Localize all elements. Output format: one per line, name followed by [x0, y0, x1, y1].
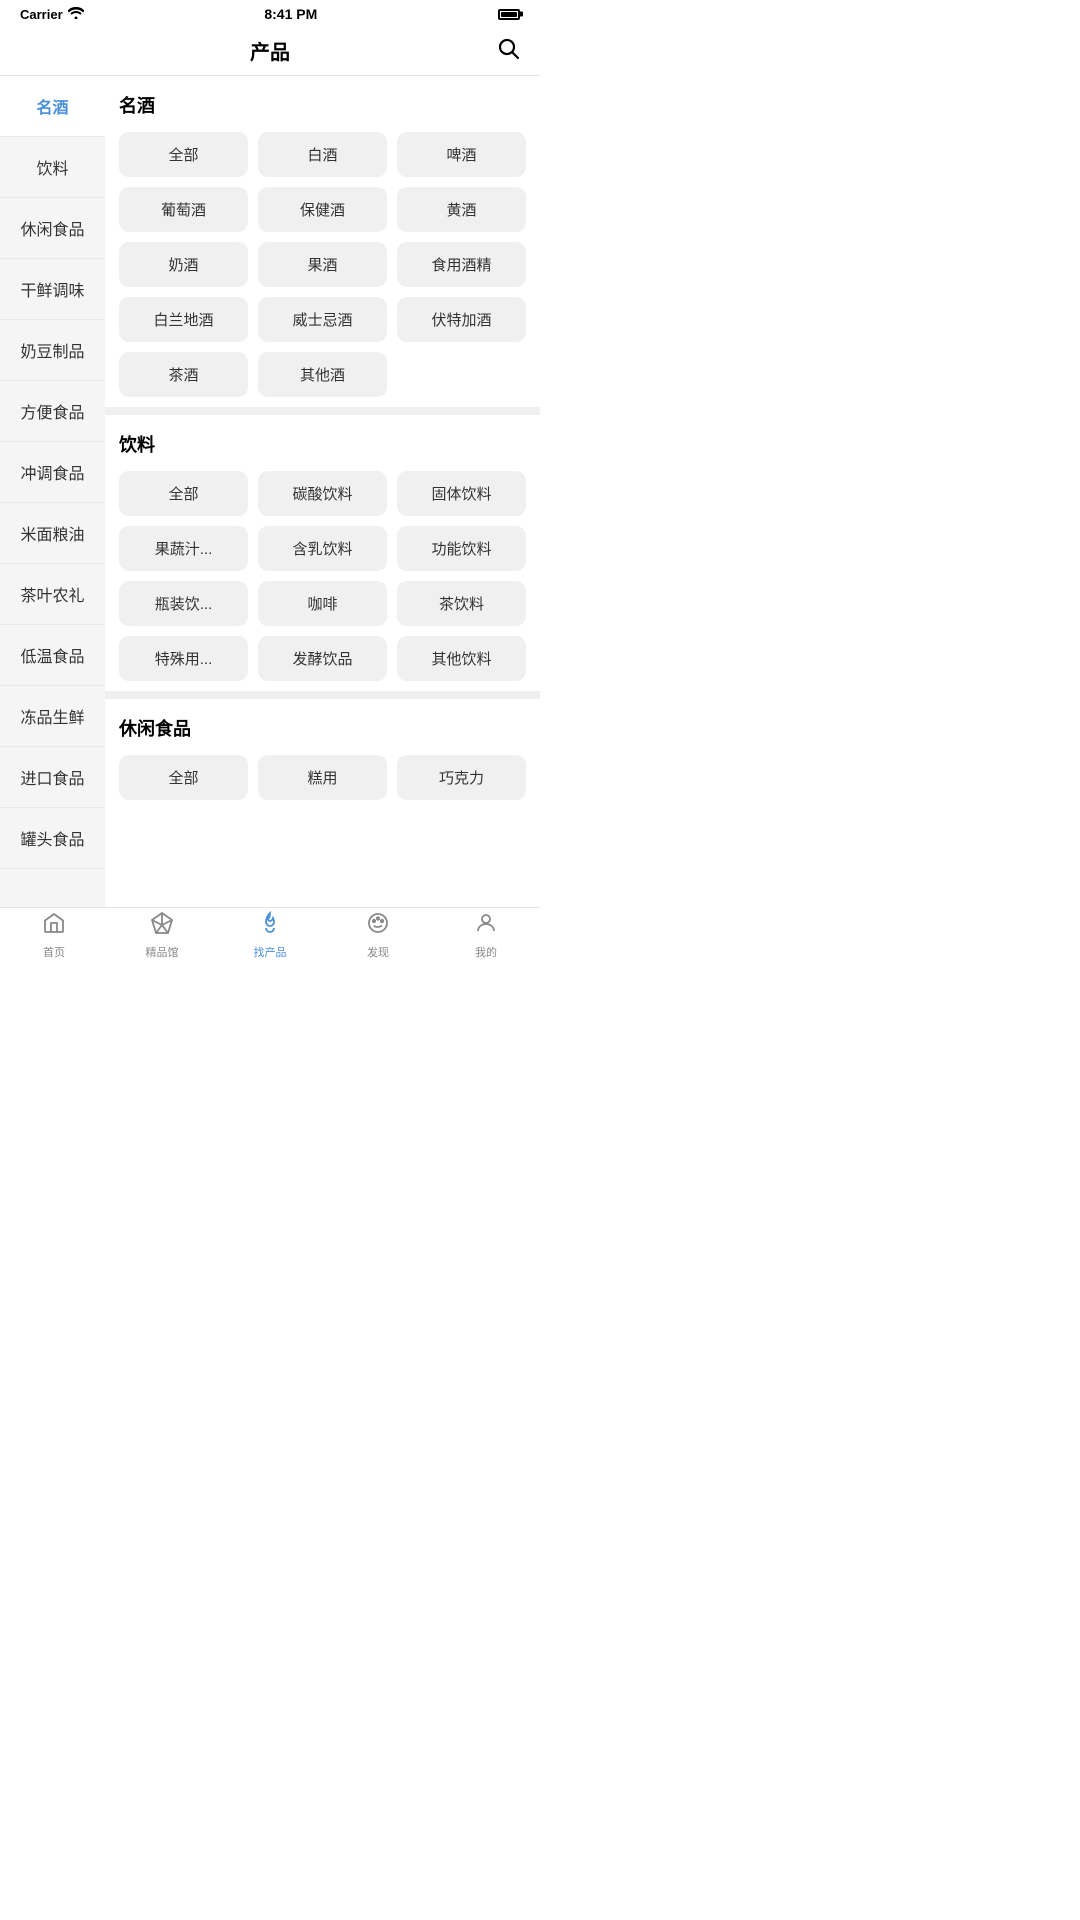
palette-icon	[366, 911, 390, 941]
tag-quanbu-0[interactable]: 全部	[119, 132, 248, 177]
search-button[interactable]	[496, 36, 520, 66]
sidebar-item-0[interactable]: 名酒	[0, 76, 105, 137]
category-section-2: 休闲食品 全部 糕用 巧克力	[105, 699, 540, 810]
tag-bailandi[interactable]: 白兰地酒	[119, 297, 248, 342]
tag-pijiu[interactable]: 啤酒	[397, 132, 526, 177]
tag-kafei[interactable]: 咖啡	[258, 581, 387, 626]
tag-putaojiu[interactable]: 葡萄酒	[119, 187, 248, 232]
nav-label-boutique: 精品馆	[146, 944, 179, 960]
category-section-0: 名酒 全部 白酒 啤酒 葡萄酒 保健酒 黄酒 奶酒 果酒 食用酒精 白兰地酒 威…	[105, 76, 540, 407]
tag-quanbu-1[interactable]: 全部	[119, 471, 248, 516]
battery-icon	[498, 9, 520, 20]
sidebar-item-9[interactable]: 低温食品	[0, 625, 105, 686]
main-content: 名酒 饮料 休闲食品 干鲜调味 奶豆制品 方便食品 冲调食品 米面粮油 茶叶农礼…	[0, 76, 540, 907]
sidebar-item-5[interactable]: 方便食品	[0, 381, 105, 442]
content-area: 名酒 全部 白酒 啤酒 葡萄酒 保健酒 黄酒 奶酒 果酒 食用酒精 白兰地酒 威…	[105, 76, 540, 907]
sidebar: 名酒 饮料 休闲食品 干鲜调味 奶豆制品 方便食品 冲调食品 米面粮油 茶叶农礼…	[0, 76, 105, 907]
sidebar-item-8[interactable]: 茶叶农礼	[0, 564, 105, 625]
home-icon	[42, 911, 66, 941]
nav-label-home: 首页	[43, 944, 65, 960]
tag-huangjiu[interactable]: 黄酒	[397, 187, 526, 232]
tag-qitajiu[interactable]: 其他酒	[258, 352, 387, 397]
sidebar-item-7[interactable]: 米面粮油	[0, 503, 105, 564]
tag-gaoyong[interactable]: 糕用	[258, 755, 387, 800]
wifi-icon	[68, 7, 84, 22]
category-title-2: 休闲食品	[119, 715, 526, 741]
tags-grid-0: 全部 白酒 啤酒 葡萄酒 保健酒 黄酒 奶酒 果酒 食用酒精 白兰地酒 威士忌酒…	[119, 132, 526, 397]
tag-gongneng[interactable]: 功能饮料	[397, 526, 526, 571]
tag-guojiu[interactable]: 果酒	[258, 242, 387, 287]
sidebar-item-2[interactable]: 休闲食品	[0, 198, 105, 259]
nav-label-discover: 发现	[367, 944, 389, 960]
tag-guoshuzhi[interactable]: 果蔬汁...	[119, 526, 248, 571]
nav-label-find-product: 找产品	[254, 944, 287, 960]
category-section-1: 饮料 全部 碳酸饮料 固体饮料 果蔬汁... 含乳饮料 功能饮料 瓶装饮... …	[105, 415, 540, 691]
tag-fajiao[interactable]: 发酵饮品	[258, 636, 387, 681]
nav-item-discover[interactable]: 发现	[324, 911, 432, 960]
status-time: 8:41 PM	[264, 6, 317, 22]
diamond-icon	[150, 911, 174, 941]
tag-hanru[interactable]: 含乳饮料	[258, 526, 387, 571]
tag-pinzhuang[interactable]: 瓶装饮...	[119, 581, 248, 626]
tag-chajiu[interactable]: 茶酒	[119, 352, 248, 397]
sidebar-item-10[interactable]: 冻品生鲜	[0, 686, 105, 747]
tag-qitayinliao[interactable]: 其他饮料	[397, 636, 526, 681]
person-icon	[474, 911, 498, 941]
header: 产品	[0, 26, 540, 76]
fire-icon	[258, 911, 282, 941]
sidebar-item-6[interactable]: 冲调食品	[0, 442, 105, 503]
tags-grid-2: 全部 糕用 巧克力	[119, 755, 526, 800]
nav-item-find-product[interactable]: 找产品	[216, 911, 324, 960]
category-title-1: 饮料	[119, 431, 526, 457]
bottom-nav: 首页 精品馆 找产品	[0, 907, 540, 962]
tag-qiaokeli[interactable]: 巧克力	[397, 755, 526, 800]
divider-0	[105, 407, 540, 415]
tag-weishiji[interactable]: 威士忌酒	[258, 297, 387, 342]
sidebar-item-3[interactable]: 干鲜调味	[0, 259, 105, 320]
status-right	[498, 9, 520, 20]
category-title-0: 名酒	[119, 92, 526, 118]
tag-gutiyinliao[interactable]: 固体饮料	[397, 471, 526, 516]
tag-baijiu[interactable]: 白酒	[258, 132, 387, 177]
nav-item-boutique[interactable]: 精品馆	[108, 911, 216, 960]
tag-quanbu-2[interactable]: 全部	[119, 755, 248, 800]
tag-futejia[interactable]: 伏特加酒	[397, 297, 526, 342]
tag-shiyong[interactable]: 食用酒精	[397, 242, 526, 287]
tag-baojian[interactable]: 保健酒	[258, 187, 387, 232]
sidebar-item-4[interactable]: 奶豆制品	[0, 320, 105, 381]
nav-item-home[interactable]: 首页	[0, 911, 108, 960]
tag-teshu[interactable]: 特殊用...	[119, 636, 248, 681]
carrier-text: Carrier	[20, 7, 63, 22]
divider-1	[105, 691, 540, 699]
nav-label-mine: 我的	[475, 944, 497, 960]
tag-naijiu[interactable]: 奶酒	[119, 242, 248, 287]
nav-item-mine[interactable]: 我的	[432, 911, 540, 960]
tags-grid-1: 全部 碳酸饮料 固体饮料 果蔬汁... 含乳饮料 功能饮料 瓶装饮... 咖啡 …	[119, 471, 526, 681]
tag-tansuanyinliao[interactable]: 碳酸饮料	[258, 471, 387, 516]
status-bar: Carrier 8:41 PM	[0, 0, 540, 26]
tag-chayinliao[interactable]: 茶饮料	[397, 581, 526, 626]
sidebar-item-12[interactable]: 罐头食品	[0, 808, 105, 869]
page-title: 产品	[250, 36, 290, 65]
status-left: Carrier	[20, 7, 84, 22]
sidebar-item-1[interactable]: 饮料	[0, 137, 105, 198]
sidebar-item-11[interactable]: 进口食品	[0, 747, 105, 808]
